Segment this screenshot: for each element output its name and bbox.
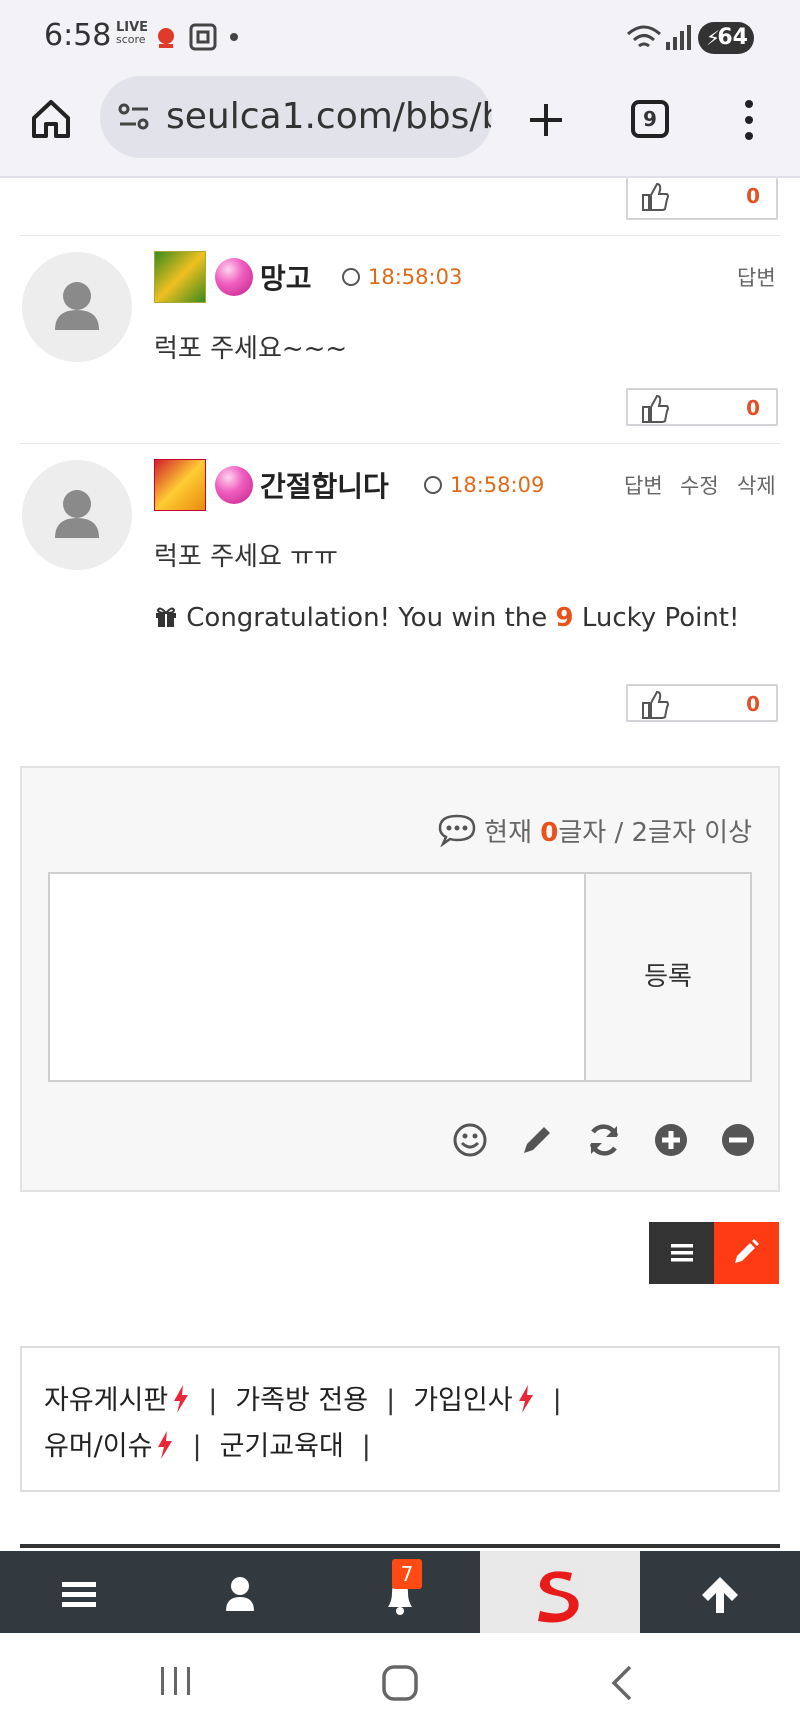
home-button-icon[interactable] (380, 1663, 420, 1703)
comment-textarea[interactable] (48, 872, 586, 1082)
level-icon (154, 459, 206, 511)
system-navigation-bar (0, 1633, 800, 1734)
list-button[interactable] (649, 1222, 714, 1284)
bottom-nav: 7 (0, 1551, 800, 1633)
reply-button[interactable]: 답변 (624, 470, 663, 500)
menu-row: 자유게시판 | 가족방 전용 | 가입인사 | (44, 1385, 562, 1416)
clock-icon (342, 268, 360, 286)
notification-badge: 7 (392, 1559, 422, 1589)
thumbs-up-icon (642, 182, 669, 211)
bolt-icon (158, 1431, 173, 1459)
speech-bubble-icon (438, 814, 476, 848)
hamburger-icon (62, 1582, 96, 1607)
home-icon[interactable] (30, 98, 72, 140)
comment-time: 18:58:03 (342, 265, 462, 289)
pencil-icon[interactable] (519, 1122, 555, 1158)
site-logo-icon (535, 1568, 585, 1623)
member-badge-icon (215, 466, 253, 504)
nav-top-button[interactable] (640, 1551, 800, 1633)
list-icon (671, 1244, 693, 1262)
url-text: seulca1.com/bbs/b (166, 96, 492, 137)
site-logo-button[interactable] (480, 1551, 640, 1633)
like-button[interactable]: 0 (626, 388, 778, 426)
default-user-icon (55, 490, 99, 538)
clock-icon (424, 476, 442, 494)
comment-text: 럭포 주세요~~~ (154, 334, 348, 364)
livescore-icon: LIVE score (116, 20, 149, 46)
bolt-icon (518, 1385, 533, 1413)
comment-author[interactable]: 망고 (260, 257, 312, 297)
member-badge-icon (215, 258, 253, 296)
bolt-icon (174, 1385, 189, 1413)
char-counter: 현재 0글자 / 2글자 이상 (438, 812, 752, 849)
emoticon-icon[interactable] (452, 1122, 488, 1158)
new-tab-icon[interactable] (526, 100, 566, 140)
like-count: 0 (746, 184, 760, 208)
comment-text: 럭포 주세요 ㅠㅠ (154, 542, 338, 572)
menu-link-humor[interactable]: 유머/이슈 (44, 1431, 152, 1462)
write-button[interactable] (714, 1222, 779, 1284)
level-icon (154, 251, 206, 303)
user-icon (226, 1577, 254, 1611)
menu-link-family-room[interactable]: 가족방 전용 (235, 1385, 368, 1416)
address-bar[interactable]: seulca1.com/bbs/b (100, 76, 492, 158)
comment-author[interactable]: 간절합니다 (260, 465, 389, 505)
nav-profile-button[interactable] (160, 1551, 320, 1633)
avatar (22, 460, 132, 570)
nav-menu-button[interactable] (0, 1551, 160, 1633)
wifi-icon (627, 25, 661, 48)
charging-icon: ⚡ (706, 26, 721, 50)
menu-link-discipline[interactable]: 군기교육대 (220, 1431, 344, 1462)
gift-icon (156, 607, 176, 627)
footer-divider (20, 1544, 780, 1548)
screenshot-icon (189, 23, 217, 51)
refresh-icon[interactable] (586, 1122, 622, 1158)
battery-indicator: ⚡ 64 (698, 22, 754, 54)
thumbs-up-icon (642, 394, 669, 423)
like-count: 0 (746, 692, 760, 716)
divider (20, 443, 780, 444)
default-user-icon (55, 282, 99, 330)
expand-plus-icon[interactable] (653, 1122, 689, 1158)
board-menu: 자유게시판 | 가족방 전용 | 가입인사 | 유머/이슈 | 군기교육대 | (20, 1346, 780, 1492)
menu-row: 유머/이슈 | 군기교육대 | (44, 1431, 371, 1462)
tab-switcher-button[interactable]: 9 (631, 100, 669, 138)
reply-button[interactable]: 답변 (737, 262, 776, 292)
thumbs-up-icon (642, 690, 669, 719)
menu-link-greetings[interactable]: 가입인사 (413, 1385, 512, 1416)
notification-dot-icon (230, 33, 238, 41)
comment-form: 현재 0글자 / 2글자 이상 등록 (20, 766, 780, 1192)
lucky-point-message: Congratulation! You win the 9 Lucky Poin… (154, 603, 739, 633)
delete-button[interactable]: 삭제 (737, 470, 776, 500)
divider (20, 235, 780, 236)
status-bar: 6:58 LIVE score ⚡ 64 (0, 0, 800, 70)
edit-button[interactable]: 수정 (680, 470, 719, 500)
site-settings-icon[interactable] (118, 102, 150, 132)
status-time: 6:58 (44, 18, 112, 53)
arrow-up-icon (702, 1577, 738, 1613)
shrink-minus-icon[interactable] (720, 1122, 756, 1158)
pencil-icon (735, 1239, 759, 1263)
submit-button[interactable]: 등록 (584, 872, 752, 1082)
menu-link-free-board[interactable]: 자유게시판 (44, 1385, 168, 1416)
lucky-point-value: 9 (555, 603, 574, 633)
like-count: 0 (746, 396, 760, 420)
app-notification-icon (158, 28, 174, 48)
like-button[interactable]: 0 (626, 684, 778, 722)
like-button[interactable]: 0 (626, 178, 778, 220)
recent-apps-icon[interactable] (158, 1663, 194, 1699)
signal-icon (666, 25, 691, 50)
avatar (22, 252, 132, 362)
browser-toolbar: seulca1.com/bbs/b 9 (0, 70, 800, 178)
back-icon[interactable] (608, 1663, 636, 1703)
more-options-icon[interactable] (740, 98, 758, 142)
comment-time: 18:58:09 (424, 473, 544, 497)
